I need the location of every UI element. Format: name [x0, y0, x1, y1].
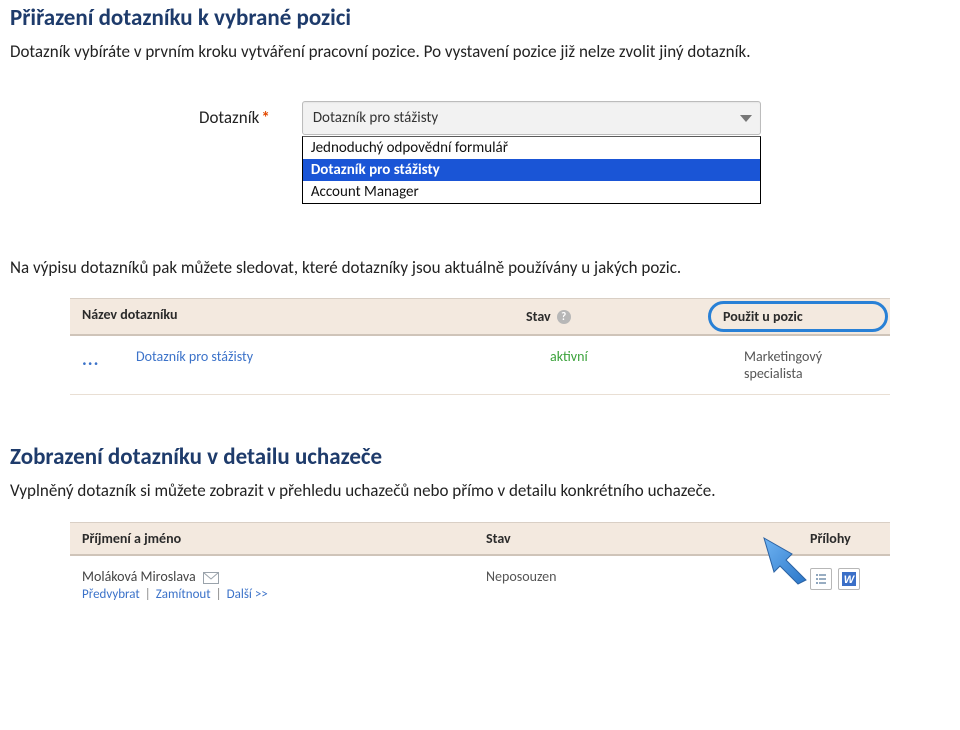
select-dropdown-list: Jednoduchý odpovědní formulář Dotazník p…	[302, 136, 761, 204]
col-header-attachments: Přílohy	[798, 523, 890, 554]
section1-heading: Přiřazení dotazníku k vybrané pozici	[10, 4, 950, 32]
row-state: aktivní	[538, 336, 732, 394]
action-reject[interactable]: Zamítnout	[156, 587, 211, 602]
screenshot-dotaznik-select: Dotazník* Dotazník pro stážisty Jednoduc…	[175, 83, 785, 216]
col-header-state-text: Stav	[526, 308, 551, 325]
col-header-state: Stav ?	[514, 299, 708, 334]
col-header-name: Název dotazníku	[70, 299, 514, 334]
section3-heading: Zobrazení dotazníku v detailu uchazeče	[10, 443, 950, 471]
section1-paragraph: Dotazník vybíráte v prvním kroku vytváře…	[10, 40, 950, 65]
field-label-text: Dotazník	[199, 107, 259, 128]
col-header-applicant-name: Příjmení a jméno	[70, 523, 474, 554]
word-doc-icon[interactable]: W	[838, 568, 860, 590]
questionnaire-icon[interactable]	[810, 568, 832, 590]
applicant-name[interactable]: Moláková Miroslava	[82, 568, 196, 585]
select-value: Dotazník pro stážisty	[313, 109, 438, 127]
select-option[interactable]: Jednoduchý odpovědní formulář	[303, 137, 760, 159]
col-header-used-highlight: Použit u pozic	[708, 301, 888, 332]
table-row: Moláková Miroslava Předvybrat|Zamítnout|…	[70, 556, 890, 612]
envelope-icon[interactable]	[203, 572, 219, 584]
col-header-applicant-state: Stav	[474, 523, 798, 554]
select-dotaznik[interactable]: Dotazník pro stážisty	[302, 101, 761, 135]
applicant-actions: Předvybrat|Zamítnout|Další >>	[82, 587, 462, 602]
section3-paragraph: Vyplněný dotazník si můžete zobrazit v p…	[10, 479, 950, 504]
screenshot-dotaznik-table: Název dotazníku Stav ? Použit u pozic ..…	[70, 298, 890, 395]
action-more[interactable]: Další >>	[227, 587, 268, 602]
chevron-down-icon	[740, 115, 752, 122]
row-name-link[interactable]: Dotazník pro stážisty	[124, 336, 538, 394]
row-used-positions: Marketingový specialista	[732, 336, 890, 394]
required-asterisk: *	[259, 107, 269, 128]
table-row: ... Dotazník pro stážisty aktivní Market…	[70, 336, 890, 395]
screenshot-applicant-table: Příjmení a jméno Stav Přílohy Moláková M…	[70, 522, 890, 612]
svg-text:W: W	[844, 574, 856, 586]
section2-paragraph: Na výpisu dotazníků pak můžete sledovat,…	[10, 256, 950, 281]
select-option-selected[interactable]: Dotazník pro stážisty	[303, 159, 760, 181]
action-preselect[interactable]: Předvybrat	[82, 587, 140, 602]
row-actions-ellipsis[interactable]: ...	[70, 336, 124, 394]
help-icon[interactable]: ?	[557, 310, 571, 324]
select-option[interactable]: Account Manager	[303, 181, 760, 203]
field-label-dotaznik: Dotazník*	[199, 101, 270, 128]
applicant-state: Neposouzen	[474, 564, 798, 612]
